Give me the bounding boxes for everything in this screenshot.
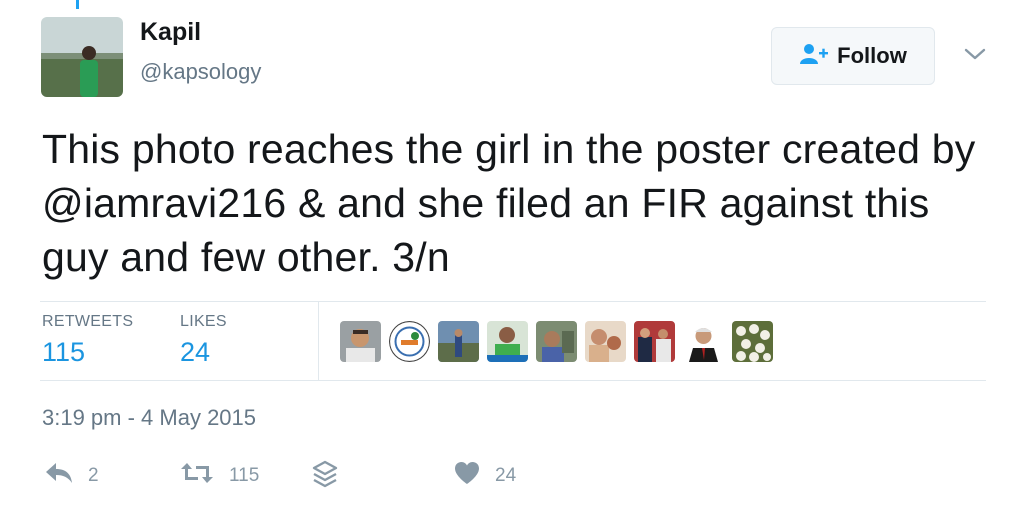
likes-label: LIKES — [180, 313, 227, 330]
liker-avatar[interactable] — [340, 321, 381, 362]
follow-button[interactable]: Follow — [771, 27, 935, 85]
reply-icon — [44, 460, 74, 491]
liker-avatar[interactable] — [389, 321, 430, 362]
likes-count: 24 — [180, 337, 211, 367]
liker-avatar[interactable] — [487, 321, 528, 362]
likes-stat[interactable]: LIKES 24 — [180, 313, 227, 368]
liker-avatar[interactable] — [438, 321, 479, 362]
liker-avatar[interactable] — [585, 321, 626, 362]
liker-avatar[interactable] — [683, 321, 724, 362]
like-action[interactable]: 24 — [453, 460, 516, 491]
retweets-stat[interactable]: RETWEETS 115 — [42, 313, 133, 368]
user-handle[interactable]: @kapsology — [140, 59, 261, 85]
avatar[interactable] — [41, 17, 123, 97]
liker-avatars — [340, 321, 773, 362]
stats-bottom-divider — [40, 380, 986, 381]
reply-count: 2 — [88, 464, 99, 486]
heart-icon — [453, 460, 481, 491]
chevron-down-icon[interactable] — [962, 44, 988, 64]
retweets-label: RETWEETS — [42, 313, 134, 330]
reply-action[interactable]: 2 — [44, 460, 99, 491]
liker-avatar[interactable] — [536, 321, 577, 362]
retweet-action[interactable]: 115 — [179, 460, 259, 491]
tweet-text: This photo reaches the girl in the poste… — [42, 126, 976, 280]
stack-icon — [312, 460, 338, 493]
liker-avatar[interactable] — [634, 321, 675, 362]
stats-top-divider — [40, 301, 986, 302]
tweet-timestamp[interactable]: 3:19 pm - 4 May 2015 — [42, 405, 256, 431]
liker-avatar[interactable] — [732, 321, 773, 362]
add-user-icon — [799, 43, 829, 70]
user-name[interactable]: Kapil — [140, 18, 201, 47]
moments-action[interactable] — [312, 460, 338, 493]
retweet-count: 115 — [229, 464, 260, 486]
retweet-icon — [179, 460, 215, 491]
follow-label: Follow — [837, 43, 907, 68]
top-accent-mark — [76, 0, 79, 9]
like-count: 24 — [495, 464, 517, 486]
stats-vertical-divider — [318, 302, 319, 381]
retweets-count: 115 — [42, 337, 86, 367]
